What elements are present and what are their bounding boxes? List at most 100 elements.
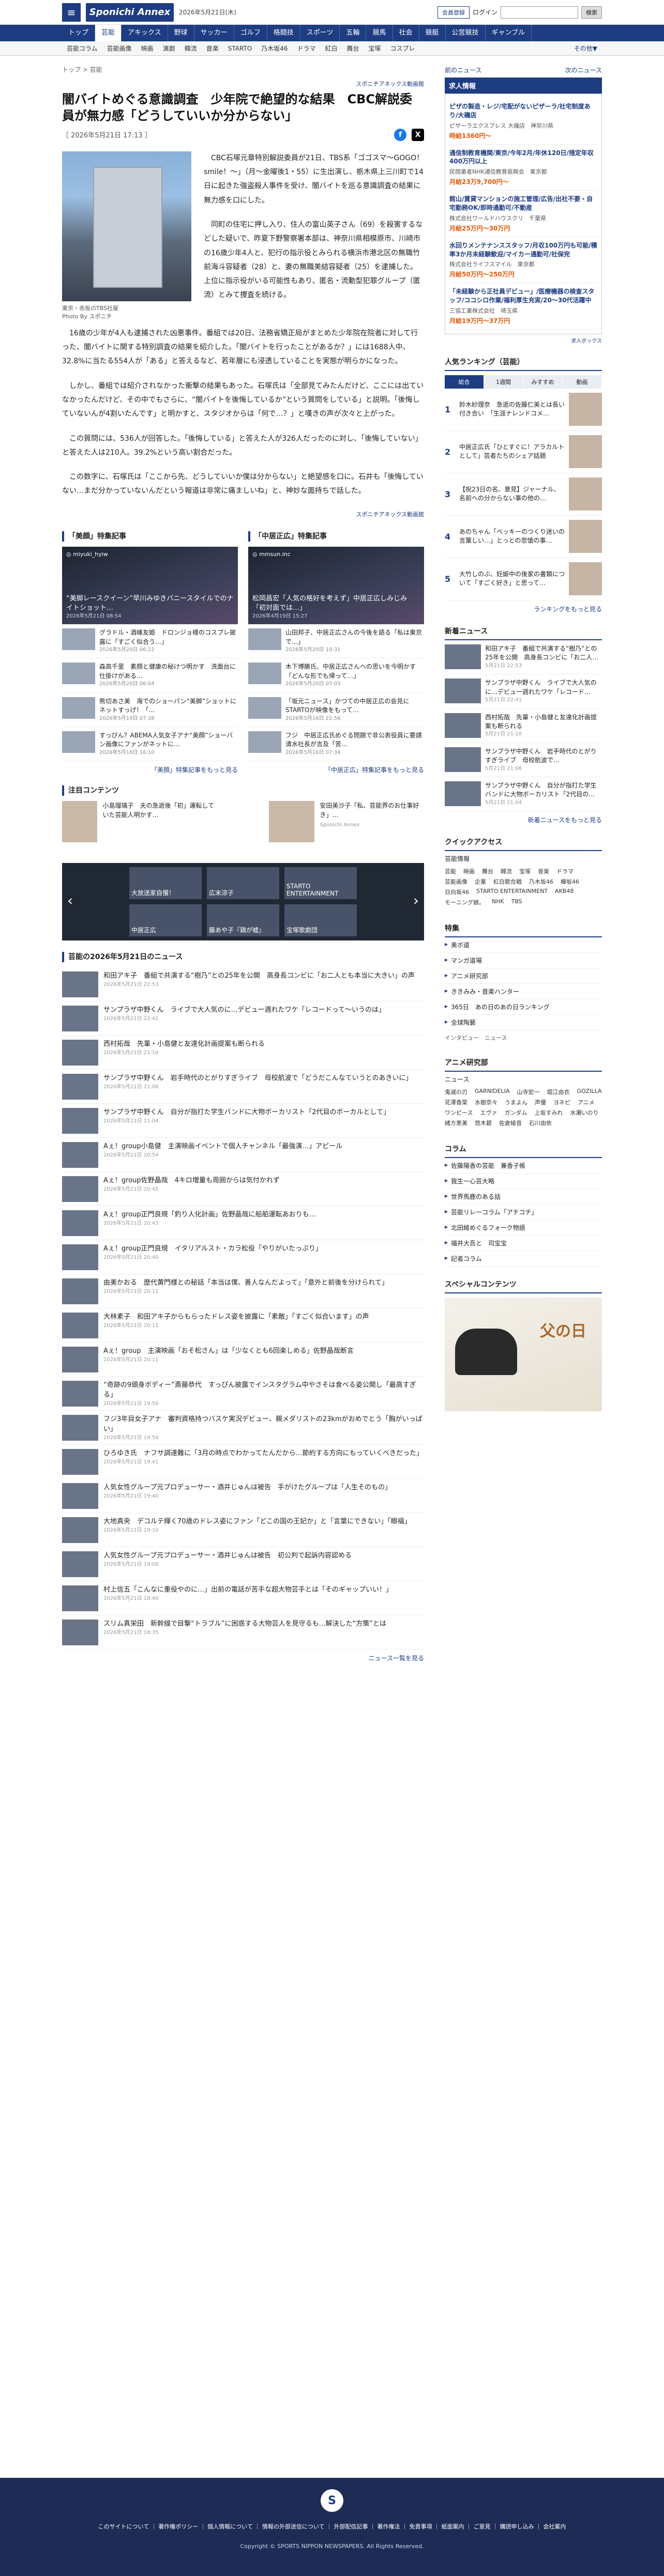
news-row[interactable]: 和田アキ子 番組で共演する“樹乃”との25年を公開 高身長コンビに「お二人とも本… xyxy=(62,967,424,1002)
column-link[interactable]: 福井大吾と 司宝宝 xyxy=(445,1236,602,1252)
feature-more-link[interactable]: 「中居正広」特集記事をもっと見る xyxy=(248,765,424,774)
news-title[interactable]: Aぇ！group佐野晶哉 4キロ増量も周囲からは気付かれず xyxy=(103,1176,280,1186)
related-item[interactable]: 熊切あさ美 海でのショーパン“美脚”ショットにネットすっげ！「… 2026年5月1… xyxy=(62,693,238,728)
anime-tag[interactable]: GARNIDELIA xyxy=(475,1088,509,1096)
column-link[interactable]: 世界馬鹿のある話 xyxy=(445,1189,602,1205)
news-title[interactable]: サンプラザ中野くん 岩手時代のとがりすぎライブ 母校航波で「どうだこんなていうと… xyxy=(103,1074,412,1084)
column-link[interactable]: 佐藤陽香の芸能 兼香子帳 xyxy=(445,1158,602,1174)
attention-thumb[interactable] xyxy=(62,801,98,843)
carousel-item[interactable]: 中居正広 xyxy=(129,904,202,937)
new-text[interactable]: サンプラザ中野くん 岩手時代のとがりすぎライブ 母校航波で… 5月21日 21:0… xyxy=(485,747,602,773)
news-thumb[interactable] xyxy=(62,1142,98,1168)
news-title[interactable]: Aぇ！group小島健 主演映画イベントで個人チャンネル「最強演…」アピール xyxy=(103,1142,342,1152)
news-row[interactable]: ひろゆき氏 ナフサ調達難に「3月の時点でわかってたんだから…節約する方向にもって… xyxy=(62,1445,424,1479)
news-title[interactable]: 大地真央 デコルテ輝く70歳のドレス姿にファン「どこの国の王妃か」と「言葉にでき… xyxy=(103,1517,411,1527)
new-title[interactable]: サンプラザ中野くん ライブで大人気のに…デビュー週れたワケ「レコード… xyxy=(485,678,602,697)
anime-tag[interactable]: 緒方恵美 xyxy=(445,1119,467,1127)
facebook-icon[interactable]: f xyxy=(394,128,406,141)
news-row[interactable]: 西村拓哉 先輩・小島健と友達化計画提案も断られる 2026年5月21日 21:10 xyxy=(62,1036,424,1070)
new-title[interactable]: サンプラザ中野くん 自分が指打た学生バンドに大物ボーカリスト「2代目の… xyxy=(485,781,602,799)
subnav-item[interactable]: 紅白 xyxy=(320,44,342,53)
menu-icon[interactable]: ≡ xyxy=(62,3,81,22)
news-text[interactable]: 大地真央 デコルテ輝く70歳のドレス姿にファン「どこの国の王妃か」と「言葉にでき… xyxy=(103,1517,411,1542)
news-thumb[interactable] xyxy=(62,1244,98,1271)
article-photo[interactable]: 東京・赤坂のTBS社屋 Photo By スポニチ xyxy=(62,151,191,321)
gnav-item[interactable]: 野球 xyxy=(168,25,194,41)
related-item[interactable]: グラドル・酒峰友姫 ドロンジョ様のコスプレ披露に「すごく似合う…」 2026年5月… xyxy=(62,624,238,659)
gnav-item[interactable]: トップ xyxy=(62,25,96,41)
feature-title[interactable]: “美脚レースクイーン”早川みゆきバニースタイルでのナイトショット… 2026年5月… xyxy=(66,594,234,620)
news-row[interactable]: 大地真央 デコルテ輝く70歳のドレス姿にファン「どこの国の王妃か」と「言葉にでき… xyxy=(62,1513,424,1548)
news-title[interactable]: 和田アキ子 番組で共演する“樹乃”との25年を公開 高身長コンビに「お二人とも本… xyxy=(103,971,415,981)
news-text[interactable]: 西村拓哉 先輩・小島健と友達化計画提案も断られる 2026年5月21日 21:10 xyxy=(103,1040,265,1065)
subnav-item[interactable]: 芸能コラム xyxy=(62,44,102,53)
related-text[interactable]: すっぴん？ABEMA人気女子アナ“美顔”ショーバン画像にファンがネットに… 202… xyxy=(99,731,238,757)
anime-tag[interactable]: 上坂すみれ xyxy=(534,1108,563,1117)
news-row[interactable]: Aぇ！group佐野晶哉 4キロ増量も周囲からは気付かれず 2026年5月21日 … xyxy=(62,1172,424,1207)
site-logo[interactable]: Sponichi Annex xyxy=(86,3,174,22)
news-thumb[interactable] xyxy=(62,1108,98,1134)
related-title[interactable]: フジ 中居正広氏めぐる問題で非公表役員に要請 清水社長が言及「苦… xyxy=(285,731,428,749)
quick-link[interactable]: 韓流 xyxy=(501,867,512,875)
gnav-item[interactable]: 競馬 xyxy=(366,25,393,41)
news-thumb[interactable] xyxy=(62,971,98,998)
new-thumb[interactable] xyxy=(445,644,481,669)
subnav-item[interactable]: 舞台 xyxy=(342,44,364,53)
anime-tag[interactable]: ヨネピ xyxy=(553,1098,570,1106)
feature-title[interactable]: 松岡昌宏「人気の格好を考えず」中居正広しみじみ「初対面では…」 2026年4月19… xyxy=(252,594,420,620)
news-thumb[interactable] xyxy=(62,1449,98,1475)
related-text[interactable]: 森高千里 素顔と健康の秘けつ明かす 洗面台に仕掛けがある… 2026年5月20日 … xyxy=(99,662,238,688)
news-title[interactable]: Aぇ！group正門良規「釣り人化計画」佐野晶哉に船舶運転あおりも… xyxy=(103,1210,316,1220)
newslist-more-link[interactable]: ニュース一覧を見る xyxy=(62,1654,424,1662)
news-text[interactable]: “奇跡の9頭身ボディー”斎藤恭代 すっぴん披露でインスタグラム中やさそは食べる姿… xyxy=(103,1381,424,1407)
attention-item[interactable]: 安田美沙子「私、芸能界のお仕事好き」… Sponichi Annex xyxy=(269,801,424,853)
section-tag[interactable]: スポニチアネックス動画館 xyxy=(62,80,424,88)
related-title[interactable]: グラドル・酒峰友姫 ドロンジョ様のコスプレ披露に「すごく似合う…」 xyxy=(99,628,238,646)
anime-tag[interactable]: ガンダム xyxy=(504,1108,527,1117)
related-thumb[interactable] xyxy=(248,628,281,651)
related-title[interactable]: すっぴん？ABEMA人気女子アナ“美顔”ショーバン画像にファンがネットに… xyxy=(99,731,238,749)
new-item[interactable]: 和田アキ子 番組で共演する“樹乃”との25年を公開 高身長コンビに「お二人… 5月… xyxy=(445,640,602,675)
quick-link[interactable]: 舞台 xyxy=(482,867,493,875)
news-text[interactable]: 和田アキ子 番組で共演する“樹乃”との25年を公開 高身長コンビに「お二人とも本… xyxy=(103,971,415,997)
ranking-tab[interactable]: 動画 xyxy=(563,375,602,389)
prev-news-link[interactable]: 前のニュース xyxy=(445,66,481,74)
column-link[interactable]: 記者コラム xyxy=(445,1251,602,1267)
new-item[interactable]: サンプラザ中野くん 岩手時代のとがりすぎライブ 母校航波で… 5月21日 21:0… xyxy=(445,743,602,778)
new-text[interactable]: 和田アキ子 番組で共演する“樹乃”との25年を公開 高身長コンビに「お二人… 5月… xyxy=(485,644,602,670)
search-input[interactable] xyxy=(501,6,578,19)
news-text[interactable]: サンプラザ中野くん ライブで大人気のに…デビュー週れたワケ「レコードって〜いうの… xyxy=(103,1006,385,1031)
special-link[interactable]: ききみみ・音楽ハンター xyxy=(445,984,602,1000)
job-item[interactable]: 「未経験から正社員デビュー」/医療機器の検査スタッフ/ココシロ作業/福利厚生充実… xyxy=(449,283,597,330)
related-item[interactable]: 「坂元ニュース」かつての中居正広の会見にSTARTOが映像をもって… 2026年5… xyxy=(248,693,424,728)
news-thumb[interactable] xyxy=(62,1176,98,1202)
news-title[interactable]: ひろゆき氏 ナフサ調達難に「3月の時点でわかってたんだから…節約する方向にもって… xyxy=(103,1449,423,1459)
anime-tag[interactable]: 鬼滅の刃 xyxy=(445,1088,467,1096)
chevron-right-icon[interactable]: › xyxy=(413,892,419,909)
news-text[interactable]: Aぇ！group佐野晶哉 4キロ増量も周囲からは気付かれず 2026年5月21日 … xyxy=(103,1176,280,1201)
related-text[interactable]: 熊切あさ美 海でのショーパン“美脚”ショットにネットすっげ！「… 2026年5月1… xyxy=(99,697,238,722)
news-title[interactable]: 人気女性グループ元プロデューサー・酒井じゅんは被告 手がけたグループは「人生その… xyxy=(103,1483,391,1493)
special-link[interactable]: マンガ道場 xyxy=(445,953,602,969)
news-text[interactable]: フジ3年目女子アナ 審判資格持つバスケ実況デビュー、親メダリストの23kmがおめ… xyxy=(103,1415,424,1441)
subnav-more[interactable]: その他▼ xyxy=(569,44,602,53)
carousel-item[interactable]: 広末涼子 xyxy=(207,867,279,900)
new-title[interactable]: サンプラザ中野くん 岩手時代のとがりすぎライブ 母校航波で… xyxy=(485,747,602,765)
news-row[interactable]: 由美かおる 歴代黄門様との秘話「本当は僕、善人なんだよって」「意外と前後を分けら… xyxy=(62,1274,424,1309)
sponsor-banner[interactable]: 父の日 xyxy=(445,1298,602,1412)
anime-tag[interactable]: 佐倉綾音 xyxy=(499,1119,522,1127)
related-item[interactable]: 木下博勝氏、中居正広さんへの思いを今明かす「どんな形でも帰って…」 2026年5月… xyxy=(248,658,424,693)
feature-card[interactable]: ◎ mmsun.inc 松岡昌宏「人気の格好を考えず」中居正広しみじみ「初対面では… xyxy=(248,547,424,625)
job-item[interactable]: 通信制教育機関/東京/今年2月/年休120日/措定年収400万円以上 民間業者NH… xyxy=(449,145,597,191)
news-title[interactable]: 西村拓哉 先輩・小島健と友達化計画提案も断られる xyxy=(103,1040,265,1050)
new-item[interactable]: サンプラザ中野くん 自分が指打た学生バンドに大物ボーカリスト「2代目の… 5月21… xyxy=(445,777,602,812)
gnav-item[interactable]: スポーツ xyxy=(300,25,340,41)
subnav-item[interactable]: コスプレ xyxy=(386,44,420,53)
subnav-item[interactable]: 乃木坂46 xyxy=(256,44,292,53)
news-thumb[interactable] xyxy=(62,1619,98,1646)
anime-tag[interactable]: 石川由依 xyxy=(529,1119,552,1127)
subnav-item[interactable]: 音楽 xyxy=(202,44,223,53)
subnav-item[interactable]: 宝塚 xyxy=(364,44,386,53)
anime-tag[interactable]: ワンピース xyxy=(445,1108,473,1117)
news-thumb[interactable] xyxy=(62,1313,98,1339)
